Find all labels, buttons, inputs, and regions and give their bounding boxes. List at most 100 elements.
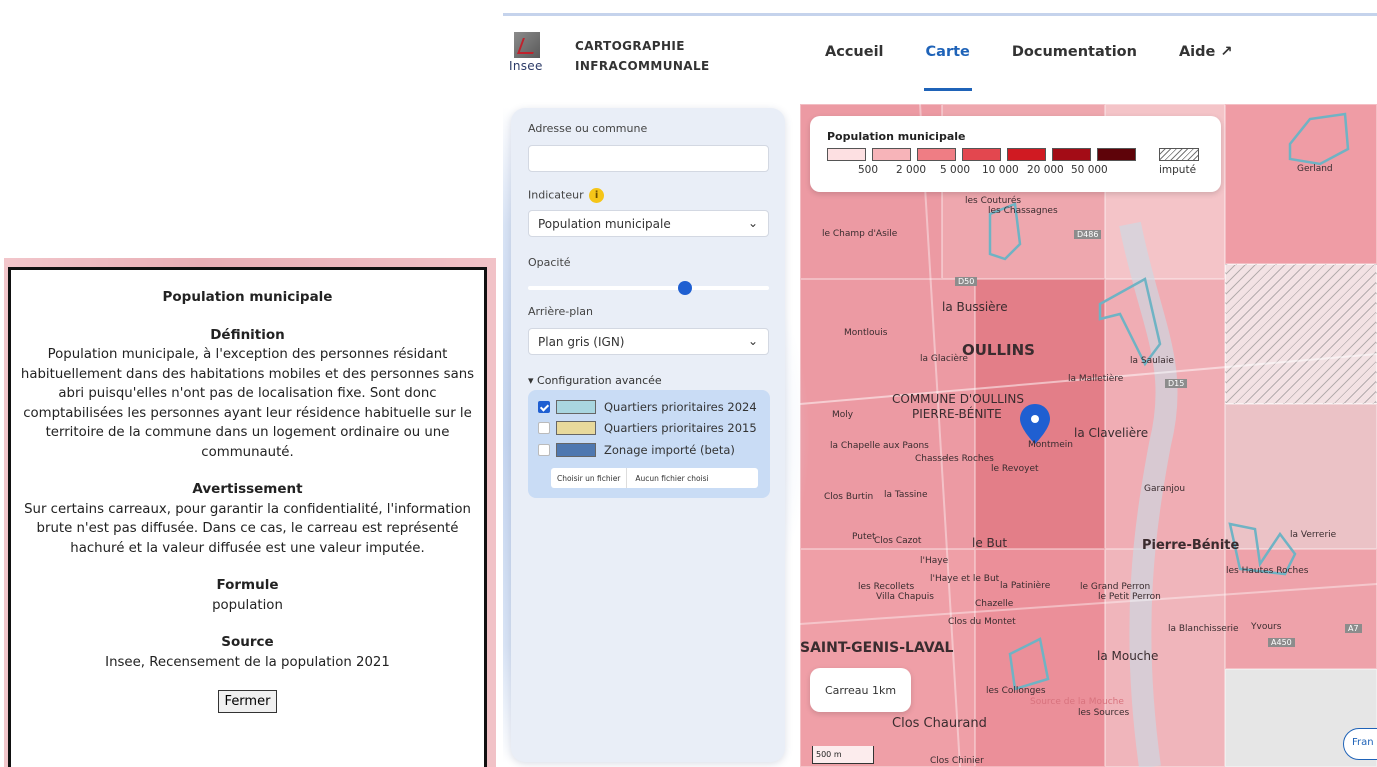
legend-tick: 20 000 [1027,164,1064,176]
road-label: D15 [1165,379,1188,388]
nav-accueil[interactable]: Accueil [825,44,884,60]
road-label: A7 [1345,624,1362,633]
location-marker-dot [1031,415,1039,423]
background-value: Plan gris (IGN) [538,335,625,349]
indicator-label-row: Indicateur i [528,188,605,203]
place-label: les Sources [1078,708,1130,718]
info-icon[interactable]: i [589,188,605,203]
place-label: la Blanchisserie [1168,624,1239,634]
background-label: Arrière-plan [528,305,593,318]
place-label: la Mouche [1097,649,1159,663]
main-nav: Accueil Carte Documentation Aide ↗ [825,44,1275,91]
background-select[interactable]: Plan gris (IGN) ⌄ [528,328,769,355]
place-label: l'Haye et le But [930,574,1000,584]
place-label: la Saulaie [1130,356,1174,366]
nav-carte[interactable]: Carte [923,44,973,91]
source-section: Source Insee, Recensement de la populati… [11,633,484,672]
qpv-outline [1008,637,1050,691]
legend-swatch [1097,148,1136,161]
place-label: la Bussière [942,300,1008,314]
place-label: la Chapelle aux Paons [830,441,929,451]
road-line [919,104,961,767]
place-label: le Grand Perron [1080,582,1151,592]
place-label: les Hautes Roches [1226,566,1309,576]
place-label: Putet [852,532,876,542]
modal-title: Population municipale [162,289,333,305]
place-label: Yvours [1251,622,1282,632]
nav-documentation[interactable]: Documentation [1012,44,1137,60]
source-text: Insee, Recensement de la population 2021 [105,654,390,670]
layer-checkbox[interactable] [538,444,550,456]
layer-item[interactable]: Quartiers prioritaires 2015 [538,419,757,437]
opacity-label: Opacité [528,256,571,269]
place-label: Source de la Mouche [1030,697,1124,707]
layer-item[interactable]: Quartiers prioritaires 2024 [538,398,757,416]
layer-label: Quartiers prioritaires 2024 [604,400,757,414]
site-header: Insee CARTOGRAPHIE INFRACOMMUNALE Accuei… [503,16,1377,104]
place-label: la Glacière [920,354,968,364]
scale-bar: 500 m [812,746,874,764]
road-label: D50 [955,277,978,286]
place-label: Montmein [1028,440,1074,450]
town-label: SAINT-GENIS-LAVAL [800,640,954,656]
choose-file-button[interactable]: Choisir un fichier [551,468,628,488]
controls-panel: Adresse ou commune Indicateur i Populati… [511,108,785,762]
place-label: Gerland [1297,164,1333,174]
layer-list: Quartiers prioritaires 2024 Quartiers pr… [528,390,770,498]
map-legend: Population municipale 500 2 000 5 000 10… [810,116,1221,192]
insee-logo[interactable]: Insee [509,32,545,80]
language-selector[interactable]: Fran [1343,728,1377,760]
legend-title: Population municipale [827,130,966,143]
file-name: Aucun fichier choisi [635,473,709,483]
place-label: Moly [832,410,854,420]
indicator-select[interactable]: Population municipale ⌄ [528,210,769,237]
place-label: Clos Chinier [930,756,984,766]
place-label: la Patinière [1000,581,1051,591]
layer-item[interactable]: Zonage importé (beta) [538,441,735,459]
qpv-outline [1288,112,1350,166]
place-label: Clos du Montet [948,617,1016,627]
place-label: la Tassine [884,490,928,500]
legend-tick: 5 000 [940,164,971,176]
place-label: les Recollets [858,582,915,592]
place-label: la Clavelière [1074,426,1149,440]
place-label: Montlouis [844,328,888,338]
formula-section: Formule population [11,576,484,615]
layer-checkbox[interactable] [538,422,550,434]
logo-text: Insee [509,59,543,73]
indicator-label: Indicateur [528,188,584,202]
advanced-config-toggle[interactable]: ▾ Configuration avancée [528,374,662,387]
formula-text: population [212,597,283,613]
close-button[interactable]: Fermer [217,690,278,713]
legend-swatch [872,148,911,161]
layer-label: Zonage importé (beta) [604,443,735,457]
place-label: Chasse [915,454,948,464]
chevron-down-icon: ⌄ [747,216,758,230]
town-label: OULLINS [962,341,1035,359]
legend-swatch [962,148,1001,161]
river-shape [1119,221,1178,767]
place-label: Clos Burtin [824,492,874,502]
definition-title: Définition [210,326,285,343]
legend-tick: 50 000 [1071,164,1108,176]
opacity-slider[interactable] [528,281,769,295]
definition-section: Définition Population municipale, à l'ex… [11,326,484,463]
place-label: le But [972,536,1008,550]
layer-checkbox[interactable] [538,401,550,413]
legend-swatch [1052,148,1091,161]
place-label: Garanjou [1144,484,1186,494]
place-label: le Champ d'Asile [822,229,898,239]
location-marker [1020,404,1050,444]
opacity-slider-thumb[interactable] [677,281,692,295]
legend-swatch [917,148,956,161]
place-label: le Petit Perron [1098,592,1161,602]
nav-aide[interactable]: Aide ↗ [1179,44,1233,60]
address-input[interactable] [528,145,769,172]
place-label: Villa Chapuis [876,592,934,602]
site-brand[interactable]: CARTOGRAPHIE INFRACOMMUNALE [575,36,710,76]
legend-swatch [827,148,866,161]
place-label: les Roches [946,454,994,464]
place-label: Clos Chaurand [892,716,987,731]
warning-text: Sur certains carreaux, pour garantir la … [24,501,471,556]
file-input[interactable]: Choisir un fichier Aucun fichier choisi [551,468,758,488]
